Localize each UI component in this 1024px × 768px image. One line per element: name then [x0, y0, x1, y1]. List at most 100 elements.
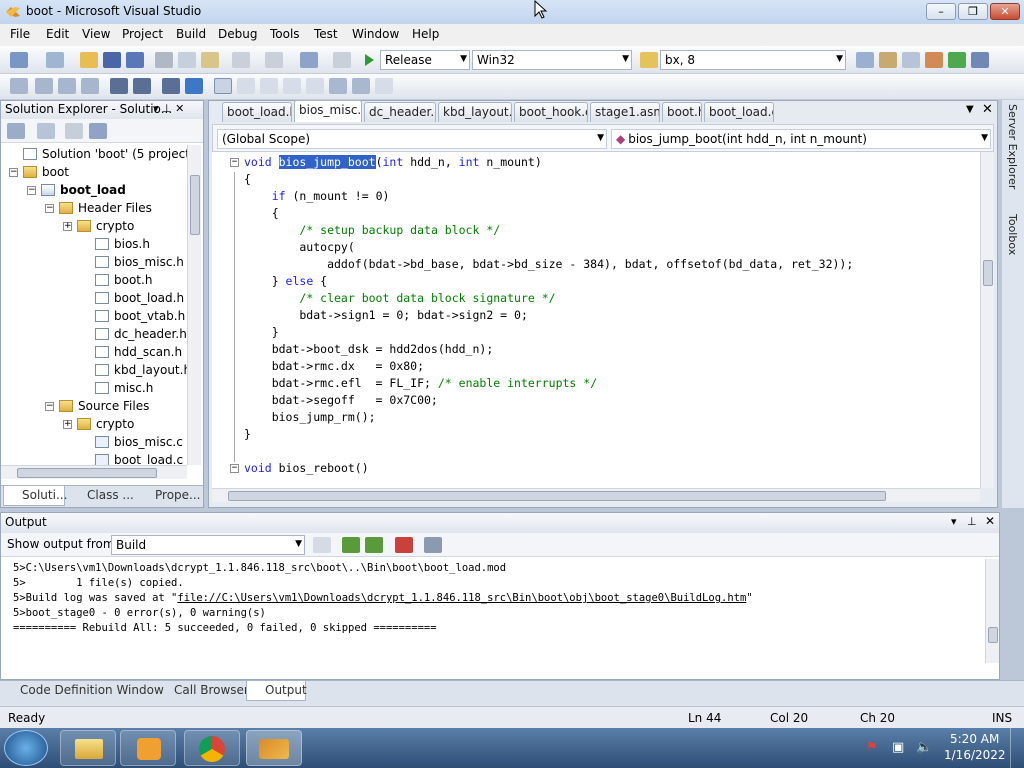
cut-icon[interactable] — [155, 52, 173, 68]
tree-item[interactable]: − Header Files — [45, 199, 152, 217]
document-tab[interactable]: dc_header.c — [364, 102, 436, 122]
tree-item[interactable]: hdd_scan.h — [95, 343, 182, 361]
previous-message-icon[interactable] — [342, 537, 360, 553]
output-source-combo[interactable]: Build ▼ — [111, 535, 305, 555]
save-icon[interactable] — [103, 52, 121, 68]
scrollbar-thumb[interactable] — [17, 468, 157, 478]
tree-item[interactable]: − boot_load — [27, 181, 126, 199]
expand-icon[interactable]: + — [63, 420, 72, 429]
tree-item[interactable]: + crypto — [63, 415, 134, 433]
member-combo[interactable]: ◆ bios_jump_boot(int hdd_n, int n_mount) ▼ — [611, 129, 991, 149]
scrollbar-thumb[interactable] — [983, 260, 993, 286]
find-message-icon[interactable] — [313, 537, 331, 553]
refresh-icon[interactable] — [65, 123, 83, 139]
network-icon[interactable]: ▣ — [892, 740, 904, 755]
document-tab[interactable]: boot_load.c — [704, 102, 774, 122]
outline-collapse-icon[interactable]: − — [230, 464, 239, 473]
tree-item[interactable]: kbd_layout.h — [95, 361, 187, 379]
visual-studio-taskbar-icon[interactable] — [246, 730, 302, 766]
collapse-icon[interactable]: − — [9, 168, 18, 177]
class-diagram-icon[interactable] — [89, 123, 107, 139]
start-debugging-icon[interactable] — [362, 52, 376, 68]
tree-scrollbar[interactable] — [187, 145, 201, 465]
toggle-bookmark-icon[interactable] — [214, 78, 232, 94]
clear-all-icon[interactable] — [395, 537, 413, 553]
build-log-link[interactable]: file://C:\Users\vm1\Downloads\dcrypt_1.1… — [177, 592, 746, 604]
next-bookmark-icon[interactable] — [260, 78, 278, 94]
maximize-button[interactable]: ❐ — [958, 3, 988, 20]
code-editor[interactable]: − void bios_jump_boot(int hdd_n, int n_mo… — [212, 152, 980, 488]
pane-controls[interactable]: ▾ ⊥ ✕ — [153, 102, 184, 115]
tree-item[interactable]: − boot — [9, 163, 69, 181]
navigate-backward-icon[interactable] — [300, 52, 318, 68]
show-all-files-icon[interactable] — [37, 123, 55, 139]
server-explorer-tab[interactable]: Server Explorer — [1006, 104, 1019, 189]
document-tab[interactable]: boot_hook.c — [514, 102, 588, 122]
close-icon[interactable]: ✕ — [985, 514, 995, 528]
clock-date[interactable]: 1/16/2022 — [944, 748, 1006, 762]
scrollbar-thumb[interactable] — [988, 627, 998, 643]
start-page-icon[interactable] — [948, 52, 966, 68]
solution-explorer-icon[interactable] — [856, 52, 874, 68]
outline-collapse-icon[interactable]: − — [230, 158, 239, 167]
quick-info-icon[interactable] — [58, 78, 76, 94]
tab-code-definition-window[interactable]: Code Definition Window — [2, 681, 164, 701]
show-desktop-button[interactable] — [1010, 728, 1024, 768]
object-members-icon[interactable] — [10, 78, 28, 94]
document-tab[interactable]: boot_load.h — [222, 102, 292, 122]
document-tab[interactable]: boot.h — [662, 102, 702, 122]
menu-window[interactable]: Window — [350, 27, 401, 41]
decrease-indent-icon[interactable] — [110, 78, 128, 94]
undo-icon[interactable] — [232, 52, 250, 68]
navigate-forward-icon[interactable] — [333, 52, 351, 68]
tree-item[interactable]: boot.h — [95, 271, 152, 289]
menu-project[interactable]: Project — [120, 27, 165, 41]
tab-call-browser[interactable]: Call Browser — [156, 681, 249, 701]
comment-lines-icon[interactable] — [162, 78, 180, 94]
scrollbar-thumb[interactable] — [190, 175, 200, 235]
tab-properties[interactable]: Prope... — [137, 486, 201, 506]
menu-edit[interactable]: Edit — [44, 27, 71, 41]
complete-word-icon[interactable] — [81, 78, 99, 94]
code-hscrollbar[interactable] — [212, 488, 980, 502]
tree-item[interactable]: boot_vtab.h — [95, 307, 185, 325]
increase-indent-icon[interactable] — [133, 78, 151, 94]
chrome-taskbar-icon[interactable] — [184, 730, 240, 766]
uncomment-lines-icon[interactable] — [185, 78, 203, 94]
tree-item[interactable]: boot_load.h — [95, 289, 184, 307]
tree-item[interactable]: misc.h — [95, 379, 153, 397]
tree-item[interactable]: Solution 'boot' (5 projects) — [23, 145, 187, 163]
output-vscrollbar[interactable] — [985, 559, 999, 663]
menu-build[interactable]: Build — [174, 27, 208, 41]
parameter-info-icon[interactable] — [35, 78, 53, 94]
tab-class-view[interactable]: Class ... — [69, 486, 134, 506]
menu-test[interactable]: Test — [312, 27, 340, 41]
collapse-icon[interactable]: − — [45, 204, 54, 213]
tree-item[interactable]: bios_misc.c — [95, 433, 183, 451]
expand-icon[interactable]: + — [63, 222, 72, 231]
menu-debug[interactable]: Debug — [216, 27, 259, 41]
next-bookmark-document-icon[interactable] — [352, 78, 370, 94]
platform-combo[interactable]: Win32 ▼ — [472, 50, 632, 70]
document-tab[interactable]: stage1.asm — [590, 102, 660, 122]
toolbox-icon[interactable] — [925, 52, 943, 68]
media-player-taskbar-icon[interactable] — [120, 730, 176, 766]
previous-bookmark-icon[interactable] — [237, 78, 255, 94]
document-tab[interactable]: bios_misc.c — [294, 100, 362, 122]
tree-item[interactable]: dc_header.h — [95, 325, 187, 343]
configuration-combo[interactable]: Release ▼ — [380, 50, 470, 70]
open-file-icon[interactable] — [80, 52, 98, 68]
collapse-icon[interactable]: − — [27, 186, 36, 195]
tree-item[interactable]: boot_load.c — [95, 451, 183, 465]
menu-file[interactable]: File — [8, 27, 32, 41]
tab-list-dropdown-icon[interactable]: ▼ — [966, 104, 974, 115]
toggle-word-wrap-icon[interactable] — [424, 537, 442, 553]
tree-item[interactable]: bios.h — [95, 235, 150, 253]
scope-combo[interactable]: (Global Scope) ▼ — [217, 129, 607, 149]
document-tab[interactable]: kbd_layout.c — [438, 102, 512, 122]
next-message-icon[interactable] — [365, 537, 383, 553]
close-document-icon[interactable]: ✕ — [982, 102, 993, 117]
command-window-icon[interactable] — [971, 52, 989, 68]
toolbox-tab[interactable]: Toolbox — [1006, 214, 1019, 255]
pin-icon[interactable]: ⊥ — [967, 515, 977, 528]
